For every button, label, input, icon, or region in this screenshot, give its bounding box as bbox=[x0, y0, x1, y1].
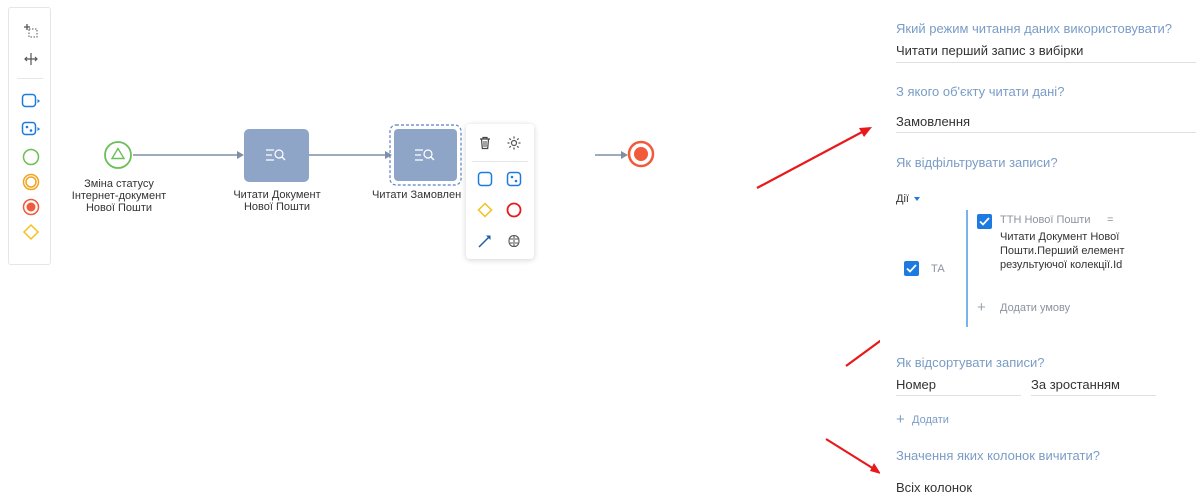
end-event[interactable] bbox=[627, 140, 655, 168]
read-mode-select[interactable]: Читати перший запис з вибірки bbox=[896, 43, 1083, 58]
sequence-flow-arrow-1 bbox=[237, 151, 244, 159]
ai-brain-icon[interactable] bbox=[503, 230, 525, 252]
columns-question: Значення яких колонок вичитати? bbox=[896, 448, 1100, 463]
append-end-event-icon[interactable] bbox=[503, 199, 525, 221]
toolbar-divider bbox=[17, 78, 43, 79]
add-sort-plus-icon[interactable]: + bbox=[896, 412, 905, 427]
intermediate-event-tool-icon[interactable] bbox=[9, 169, 52, 195]
object-question: З якого об'єкту читати дані? bbox=[896, 84, 1065, 99]
add-condition-link[interactable]: Додати умову bbox=[1000, 302, 1070, 314]
settings-gear-icon[interactable] bbox=[503, 132, 525, 154]
context-menu-divider bbox=[472, 161, 528, 162]
lasso-select-icon[interactable] bbox=[9, 18, 52, 44]
gateway-tool-icon[interactable] bbox=[9, 219, 52, 245]
start-event[interactable] bbox=[104, 141, 132, 169]
chevron-down-icon bbox=[913, 197, 920, 201]
sequence-flow-arrow-2 bbox=[385, 151, 392, 159]
connect-arrow-icon[interactable] bbox=[474, 230, 496, 252]
condition-operator[interactable]: = bbox=[1107, 214, 1113, 226]
columns-select[interactable]: Всіх колонок bbox=[896, 480, 972, 492]
move-icon[interactable] bbox=[9, 46, 52, 72]
read-data-task-1[interactable] bbox=[244, 129, 309, 182]
sort-direction-field[interactable]: За зростанням bbox=[1031, 377, 1120, 392]
group-operator[interactable]: ТА bbox=[931, 263, 945, 275]
sort-column-underline bbox=[896, 395, 1021, 396]
filter-actions-menu[interactable]: Дії bbox=[896, 193, 922, 205]
read-data-task-2[interactable] bbox=[389, 124, 462, 186]
properties-panel: Який режим читання даних використовувати… bbox=[880, 0, 1200, 492]
end-event-tool-icon[interactable] bbox=[9, 194, 52, 220]
start-event-label: Зміна статусу Інтернет-документ Нової По… bbox=[71, 178, 167, 214]
group-checkbox[interactable] bbox=[904, 261, 919, 276]
object-underline bbox=[896, 132, 1196, 133]
read-mode-underline bbox=[896, 62, 1196, 63]
add-condition-plus-icon[interactable]: + bbox=[977, 300, 986, 315]
append-gateway-icon[interactable] bbox=[474, 199, 496, 221]
process-diagram bbox=[104, 124, 655, 186]
user-task-tool-icon[interactable] bbox=[9, 88, 52, 114]
append-user-task-icon[interactable] bbox=[474, 168, 496, 190]
filter-actions-label: Дії bbox=[896, 193, 909, 205]
task-1-label: Читати Документ Нової Пошти bbox=[233, 189, 321, 213]
filter-group-bracket bbox=[966, 210, 968, 327]
element-toolbar bbox=[8, 7, 51, 265]
condition-value[interactable]: Читати Документ Нової Пошти.Перший елеме… bbox=[1000, 230, 1165, 272]
condition-checkbox[interactable] bbox=[977, 214, 992, 229]
process-canvas[interactable]: Зміна статусу Інтернет-документ Нової По… bbox=[60, 0, 870, 492]
sort-direction-underline bbox=[1031, 395, 1156, 396]
append-script-task-icon[interactable] bbox=[503, 168, 525, 190]
delete-icon[interactable] bbox=[474, 132, 496, 154]
condition-field[interactable]: ТТН Нової Пошти bbox=[1000, 214, 1090, 226]
object-lookup-field[interactable]: Замовлення bbox=[896, 114, 970, 129]
element-context-menu bbox=[466, 124, 534, 259]
script-task-tool-icon[interactable] bbox=[9, 116, 52, 142]
read-mode-question: Який режим читання даних використовувати… bbox=[896, 21, 1173, 36]
sort-column-field[interactable]: Номер bbox=[896, 377, 936, 392]
start-event-tool-icon[interactable] bbox=[9, 144, 52, 170]
sequence-flow-arrow-3 bbox=[621, 151, 628, 159]
filter-question: Як відфільтрувати записи? bbox=[896, 155, 1058, 170]
sort-question: Як відсортувати записи? bbox=[896, 355, 1045, 370]
add-sort-link[interactable]: Додати bbox=[912, 414, 949, 426]
